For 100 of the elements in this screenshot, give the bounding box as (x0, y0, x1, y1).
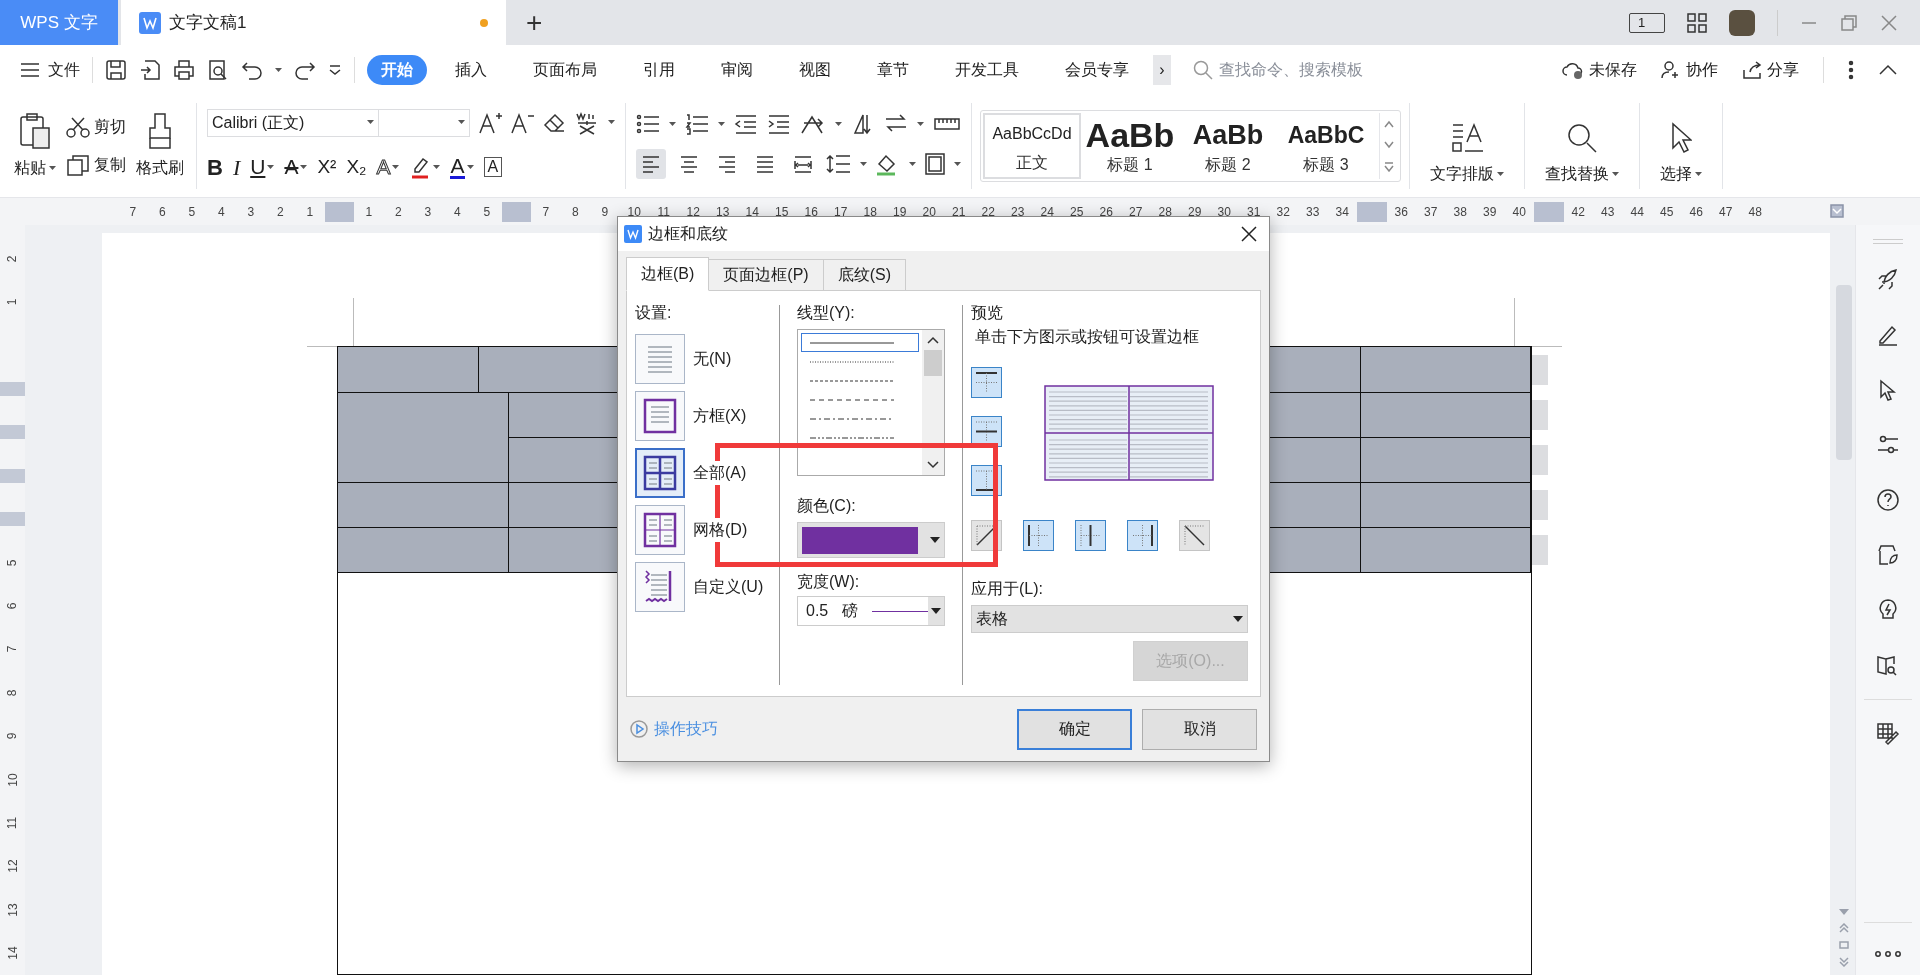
setting-option[interactable] (635, 505, 685, 555)
style-preset[interactable]: AaBbC 标题 3 (1277, 113, 1375, 179)
copy-button[interactable]: 复制 (66, 153, 126, 177)
scrollbar-thumb[interactable] (1836, 285, 1852, 460)
line-spacing-icon[interactable] (826, 153, 852, 175)
scroll-down-icon[interactable] (927, 461, 939, 469)
line-style-option[interactable] (801, 333, 919, 352)
chinese-layout-icon[interactable] (800, 113, 826, 135)
row-handle[interactable] (1532, 444, 1548, 475)
style-preset[interactable]: AaBbCcDd 正文 (983, 113, 1081, 179)
toolbar-button[interactable]: 分享 (1742, 58, 1799, 82)
apply-to-select[interactable]: 表格 (971, 605, 1248, 633)
ruler-margin-marker[interactable] (501, 201, 531, 222)
scrollbar[interactable] (1833, 225, 1855, 975)
cancel-button[interactable]: 取消 (1142, 708, 1257, 750)
more-tabs-button[interactable]: › (1153, 55, 1171, 85)
restore-icon[interactable] (1840, 13, 1858, 32)
ribbon-tab[interactable]: 开发工具 (937, 55, 1037, 85)
document-tab[interactable]: 文字文稿1 (121, 0, 506, 45)
search-field[interactable]: 查找命令、搜索模板 (1193, 58, 1453, 82)
font-name-select[interactable]: Calibri (正文) (207, 108, 379, 137)
print-icon[interactable] (173, 59, 195, 81)
border-toggle-button[interactable] (971, 416, 1002, 447)
ruler-margin-marker[interactable] (0, 468, 25, 483)
bullet-list-icon[interactable] (636, 113, 660, 135)
ribbon-tab[interactable]: 章节 (859, 55, 927, 85)
ruler-margin-marker[interactable] (0, 425, 25, 440)
undo-icon[interactable] (241, 59, 263, 81)
print-preview-icon[interactable] (207, 59, 229, 81)
grow-font-icon[interactable] (478, 110, 502, 135)
line-style-list[interactable] (797, 329, 945, 476)
width-select[interactable]: 0.5 磅 (797, 596, 945, 626)
file-menu-button[interactable]: 文件 (20, 58, 80, 82)
ruler-margin-marker[interactable] (1357, 201, 1387, 222)
more-icon[interactable] (1848, 60, 1854, 80)
ribbon-tab[interactable]: 插入 (437, 55, 505, 85)
border-toggle-button[interactable] (1075, 520, 1106, 551)
setting-option[interactable] (635, 562, 685, 612)
format-button[interactable]: B (207, 150, 223, 184)
decrease-indent-icon[interactable] (734, 113, 758, 135)
format-button[interactable]: I (232, 150, 241, 184)
toolbar-button[interactable]: 协作 (1661, 58, 1718, 82)
ribbon-button[interactable]: 文字排版 (1410, 106, 1524, 186)
close-icon[interactable] (1241, 226, 1257, 242)
increase-indent-icon[interactable] (767, 113, 791, 135)
help-icon[interactable] (1876, 488, 1900, 512)
setting-option[interactable] (635, 448, 685, 498)
format-button[interactable]: U (250, 151, 266, 183)
table-brush-icon[interactable] (1876, 722, 1900, 746)
ribbon-button[interactable]: 查找替换 (1525, 106, 1639, 186)
row-handle[interactable] (1532, 399, 1548, 430)
new-tab-button[interactable]: + (526, 8, 543, 37)
border-toggle-button[interactable] (1023, 520, 1054, 551)
rocket-icon[interactable] (1876, 268, 1900, 292)
border-toggle-button[interactable] (1127, 520, 1158, 551)
scrollbar-thumb[interactable] (924, 350, 942, 376)
scrollbar[interactable] (922, 330, 944, 475)
row-handle[interactable] (1532, 489, 1548, 520)
more-icon[interactable] (1875, 951, 1901, 957)
collapse-icon[interactable] (1878, 64, 1898, 76)
setting-option[interactable] (635, 391, 685, 441)
ribbon-tab[interactable]: 会员专享 (1047, 55, 1147, 85)
store-leaf-icon[interactable] (1876, 543, 1900, 567)
expand-icon[interactable] (1384, 162, 1394, 173)
redo-icon[interactable] (294, 59, 316, 81)
ruler-margin-marker[interactable] (1534, 201, 1564, 222)
ruler-icon[interactable] (933, 117, 961, 131)
format-painter-button[interactable]: 格式刷 (136, 112, 184, 180)
ribbon-tab[interactable]: 引用 (625, 55, 693, 85)
style-preset[interactable]: AaBb 标题 1 (1081, 113, 1179, 179)
ok-button[interactable]: 确定 (1017, 708, 1132, 750)
dialog-tab[interactable]: 边框(B) (626, 257, 710, 291)
avatar[interactable] (1729, 9, 1755, 36)
cut-button[interactable]: 剪切 (66, 115, 126, 139)
dialog-tab[interactable]: 底纹(S) (822, 259, 906, 291)
ruler-margin-marker[interactable] (0, 512, 25, 527)
format-button[interactable]: A (450, 155, 465, 179)
window-count-button[interactable]: 1 (1629, 12, 1665, 33)
format-button[interactable]: A (483, 157, 503, 177)
ruler-margin-marker[interactable] (0, 381, 25, 396)
border-icon[interactable] (924, 152, 946, 176)
format-button[interactable]: X² (317, 152, 337, 182)
row-handle[interactable] (1532, 354, 1548, 385)
dropdown-icon[interactable] (328, 65, 342, 75)
format-button[interactable]: X₂ (346, 152, 367, 182)
border-toggle-button[interactable] (1179, 520, 1210, 551)
numbered-list-icon[interactable] (685, 113, 709, 135)
pen-icon[interactable] (1876, 323, 1900, 347)
row-handle[interactable] (1532, 534, 1548, 565)
save-icon[interactable] (105, 59, 127, 81)
color-select[interactable] (797, 522, 945, 558)
format-button[interactable]: A (284, 151, 299, 183)
ribbon-button[interactable]: 选择 (1640, 106, 1722, 186)
toolbar-button[interactable]: 未保存 (1562, 58, 1637, 82)
ribbon-tab[interactable]: 视图 (781, 55, 849, 85)
border-toggle-button[interactable] (971, 367, 1002, 398)
ruler-margin-marker[interactable] (324, 201, 354, 222)
grid-icon[interactable] (1687, 12, 1707, 33)
scroll-up-icon[interactable] (927, 336, 939, 344)
ruler-toggle-icon[interactable] (1830, 204, 1844, 218)
